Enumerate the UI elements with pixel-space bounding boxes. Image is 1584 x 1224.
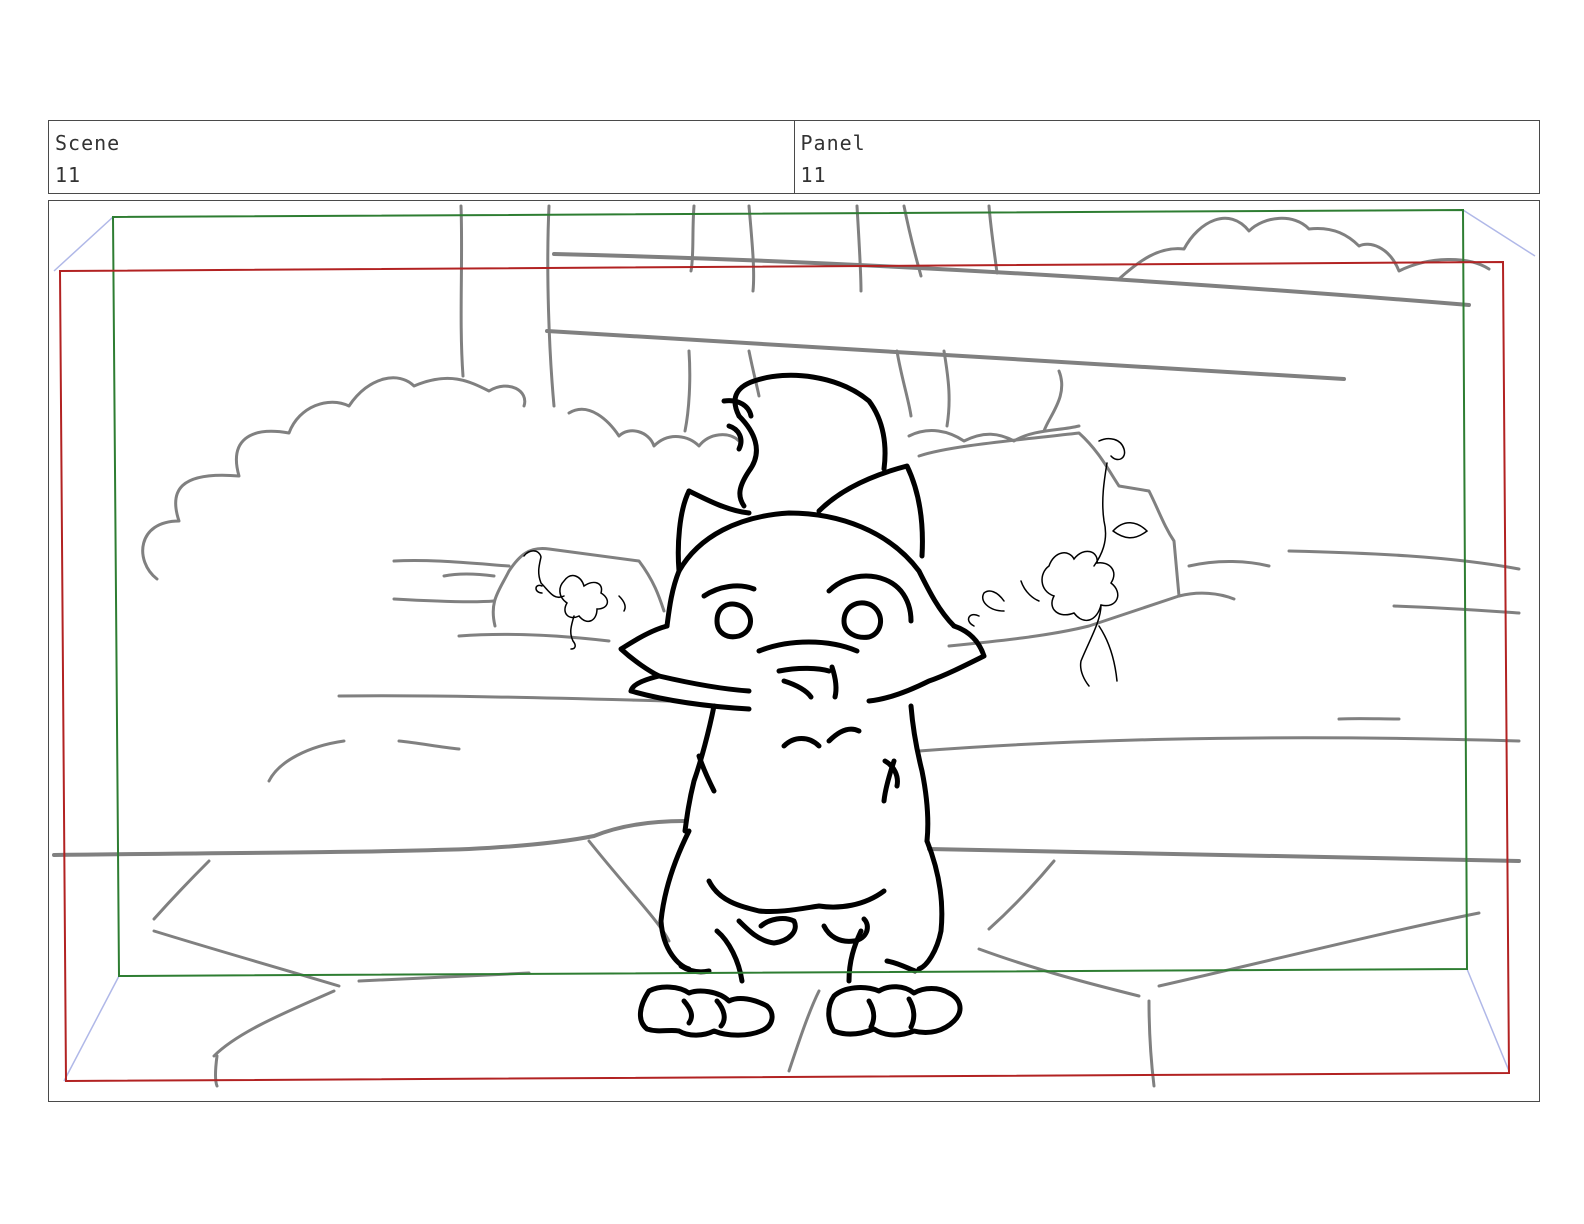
- storyboard-panel: [48, 200, 1540, 1102]
- fox-character: [618, 372, 987, 1038]
- flower-vines: [523, 437, 1149, 687]
- scene-label: Scene: [55, 131, 121, 155]
- panel-label: Panel: [800, 131, 866, 155]
- storyboard-header: Scene 11 Panel 11: [48, 120, 1540, 194]
- panel-cell: Panel 11: [793, 121, 1540, 193]
- scene-cell: Scene 11: [49, 121, 794, 193]
- panel-number: 11: [800, 163, 827, 187]
- scene-number: 11: [55, 163, 82, 187]
- safe-area-frame: [111, 208, 1469, 978]
- panel-drawing: [52, 204, 1536, 1088]
